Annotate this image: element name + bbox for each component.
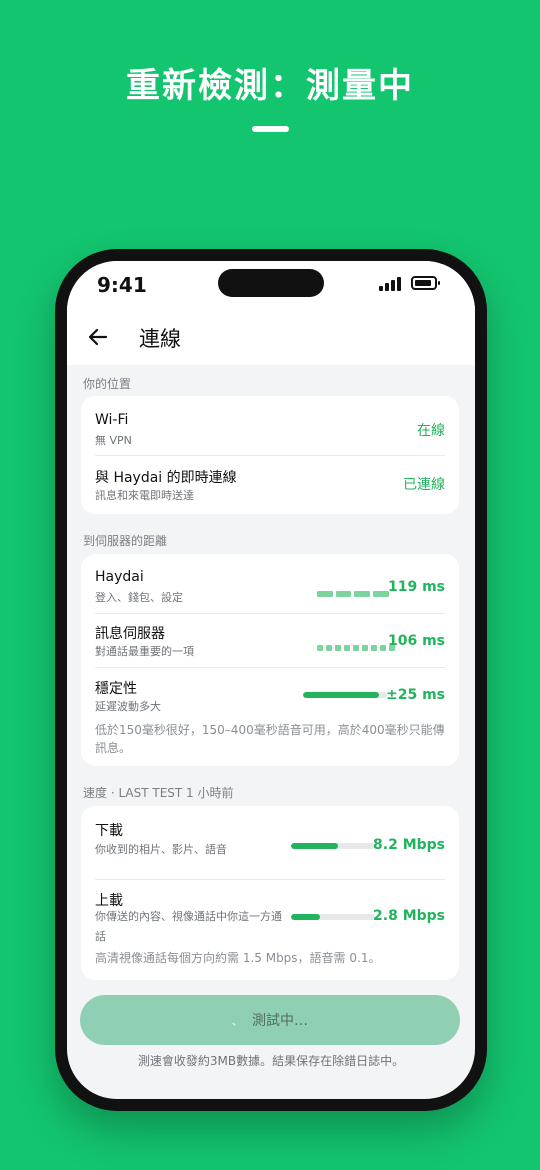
testing-button-label: 測試中… xyxy=(252,1013,308,1029)
stability-bar-fill xyxy=(303,692,379,698)
stability-value: ±25 ms xyxy=(385,687,445,703)
divider xyxy=(95,879,445,880)
footer-note: 測速會收發約3MB數據。結果保存在除錯日誌中。 xyxy=(137,1054,405,1068)
realtime-connection-status: 已連線 xyxy=(403,477,445,493)
divider xyxy=(95,455,445,456)
cellular-signal-icon xyxy=(379,277,401,291)
spinner-icon: 、 xyxy=(232,1016,242,1028)
download-bar xyxy=(291,843,375,849)
battery-icon xyxy=(411,276,440,290)
distance-card: Haydai 登入、錢包、設定 119 ms 訊息伺服器 對通話最重要的一項 1… xyxy=(81,554,459,766)
headline-underline xyxy=(252,126,289,132)
upload-value: 2.8 Mbps xyxy=(373,908,445,924)
wifi-status: 在線 xyxy=(417,423,445,439)
speed-note: 高清視像通話每個方向約需 1.5 Mbps，語音需 0.1。 xyxy=(95,951,381,965)
section-label-location: 你的位置 xyxy=(83,377,132,391)
phone-screen: 9:41 連線 你的位置 Wi-Fi 無 VPN 在線 與 Haydai 的即時… xyxy=(67,261,475,1099)
speed-card: 下載 你收到的相片、影片、語音 8.2 Mbps 上載 你傳送的內容、視像通話中… xyxy=(81,806,459,980)
section-label-speed: 速度 · LAST TEST 1 小時前 xyxy=(83,786,234,800)
location-card: Wi-Fi 無 VPN 在線 與 Haydai 的即時連線 訊息和來電即時送達 … xyxy=(81,396,459,514)
divider xyxy=(95,613,445,614)
upload-subtitle: 你傳送的內容、視像通話中你這一方通話 xyxy=(95,910,282,943)
upload-bar xyxy=(291,914,375,920)
download-title: 下載 xyxy=(95,823,123,839)
app-header: 連線 xyxy=(67,311,475,365)
haydai-latency-bar xyxy=(317,591,389,597)
message-server-latency-value: 106 ms xyxy=(387,633,445,649)
stability-bar xyxy=(303,692,387,698)
stability-subtitle: 延遲波動多大 xyxy=(95,700,161,713)
phone-frame: 9:41 連線 你的位置 Wi-Fi 無 VPN 在線 與 Haydai 的即時… xyxy=(55,249,487,1111)
wifi-subtitle: 無 VPN xyxy=(95,434,132,447)
download-value: 8.2 Mbps xyxy=(373,837,445,853)
back-arrow-icon[interactable] xyxy=(85,324,111,350)
wifi-title: Wi-Fi xyxy=(95,412,129,428)
testing-button[interactable]: 、 測試中… xyxy=(80,995,460,1045)
headline: 重新檢測：測量中 xyxy=(126,66,414,106)
download-bar-fill xyxy=(291,843,339,849)
message-server-subtitle: 對通話最重要的一項 xyxy=(95,645,194,658)
page-title: 連線 xyxy=(139,327,181,351)
dynamic-island xyxy=(218,269,324,297)
haydai-latency-value: 119 ms xyxy=(387,579,445,595)
status-time: 9:41 xyxy=(97,273,147,297)
realtime-connection-subtitle: 訊息和來電即時送達 xyxy=(95,489,194,502)
upload-bar-fill xyxy=(291,914,320,920)
realtime-connection-title: 與 Haydai 的即時連線 xyxy=(95,470,237,486)
section-label-distance: 到伺服器的距離 xyxy=(83,534,168,548)
haydai-subtitle: 登入、錢包、設定 xyxy=(95,591,183,604)
stability-title: 穩定性 xyxy=(95,681,137,697)
download-subtitle: 你收到的相片、影片、語音 xyxy=(95,843,227,856)
divider xyxy=(95,667,445,668)
haydai-title: Haydai xyxy=(95,569,144,585)
message-server-latency-bar xyxy=(317,645,395,651)
message-server-title: 訊息伺服器 xyxy=(95,626,165,642)
latency-note: 低於150毫秒很好，150–400毫秒語音可用，高於400毫秒只能傳訊息。 xyxy=(95,723,445,755)
